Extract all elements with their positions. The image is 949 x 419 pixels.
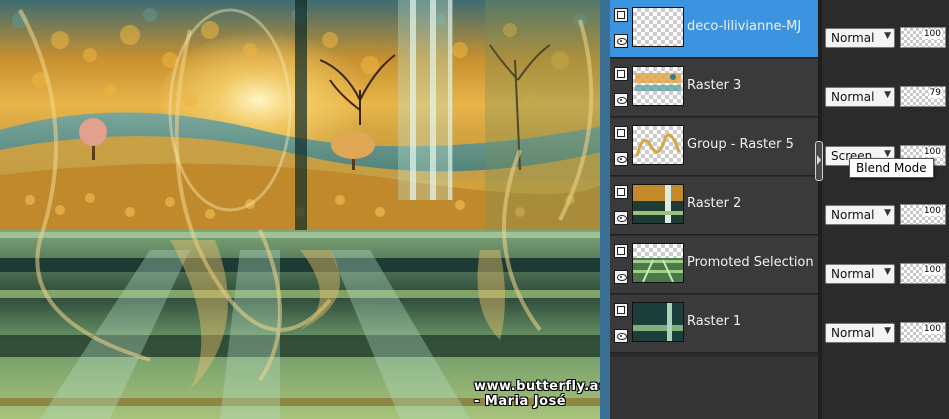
blend-mode-dropdown[interactable]: Normal ▼ <box>825 264 895 284</box>
canvas-divider <box>600 0 610 419</box>
palette-resize-handle[interactable] <box>815 141 823 181</box>
layer-name[interactable]: deco-lilivianne-MJ <box>687 19 801 34</box>
layer-props-raster-3: Normal ▼ 79 <box>822 65 949 123</box>
blend-mode-dropdown[interactable]: Normal ▼ <box>825 323 895 343</box>
opacity-field[interactable]: 79 <box>900 86 946 107</box>
layer-name[interactable]: Raster 2 <box>687 196 741 211</box>
blend-mode-value: Normal <box>831 31 875 45</box>
layer-thumbnail <box>632 243 684 283</box>
layer-row-deco-lilivianne-mj[interactable]: deco-lilivianne-MJ <box>610 0 818 58</box>
dropdown-arrow-icon: ▼ <box>884 31 891 41</box>
dropdown-arrow-icon: ▼ <box>884 90 891 100</box>
layer-thumbnail <box>632 184 684 224</box>
blend-mode-dropdown[interactable]: Normal ▼ <box>825 205 895 225</box>
layer-row-group-raster-5[interactable]: Group - Raster 5 <box>610 118 818 176</box>
dropdown-arrow-icon: ▼ <box>884 208 891 218</box>
layer-props-promoted-selection: Normal ▼ 100 <box>822 242 949 300</box>
dropdown-arrow-icon: ▼ <box>884 326 891 336</box>
layer-row-raster-3[interactable]: Raster 3 <box>610 59 818 117</box>
layer-list-empty-area <box>610 357 822 419</box>
visibility-toggle-icon[interactable] <box>614 303 628 317</box>
layers-palette: deco-lilivianne-MJ Raster 3 Group - Rast… <box>610 0 949 419</box>
opacity-value: 100 <box>922 147 942 157</box>
raster-2-thumb-art <box>633 185 683 223</box>
opacity-value: 100 <box>922 324 942 334</box>
layer-row-raster-1[interactable]: Raster 1 <box>610 295 818 353</box>
blend-mode-dropdown[interactable]: Normal ▼ <box>825 28 895 48</box>
opacity-value: 100 <box>922 265 942 275</box>
eye-link-icon[interactable] <box>614 34 628 48</box>
blend-mode-tooltip: Blend Mode <box>849 158 934 178</box>
image-canvas[interactable]: www.butterfly.adv.br - Maria José <box>0 0 610 419</box>
blend-mode-value: Normal <box>831 326 875 340</box>
opacity-field[interactable]: 100 <box>900 204 946 225</box>
visibility-toggle-icon[interactable] <box>614 185 628 199</box>
visibility-toggle-icon[interactable] <box>614 126 628 140</box>
layer-props-raster-1: Normal ▼ 100 <box>822 301 949 359</box>
layer-row-raster-2[interactable]: Raster 2 <box>610 177 818 235</box>
layer-props-raster-2: Normal ▼ 100 <box>822 183 949 241</box>
dropdown-arrow-icon: ▼ <box>884 267 891 277</box>
layer-thumbnail <box>632 302 684 342</box>
layer-thumbnail <box>632 66 684 106</box>
blend-mode-value: Normal <box>831 208 875 222</box>
watermark-text: www.butterfly.adv.br - Maria José <box>474 379 610 409</box>
blend-mode-dropdown[interactable]: Normal ▼ <box>825 87 895 107</box>
eye-link-icon[interactable] <box>614 152 628 166</box>
blend-mode-value: Normal <box>831 90 875 104</box>
visibility-toggle-icon[interactable] <box>614 8 628 22</box>
layer-row-promoted-selection[interactable]: Promoted Selection <box>610 236 818 294</box>
eye-link-icon[interactable] <box>614 329 628 343</box>
layer-thumbnail <box>632 125 684 165</box>
visibility-toggle-icon[interactable] <box>614 67 628 81</box>
opacity-field[interactable]: 100 <box>900 322 946 343</box>
layer-properties-column: Normal ▼ 100 Normal ▼ 79 Screen ▼ 100 Norma… <box>822 0 949 419</box>
layer-name[interactable]: Raster 3 <box>687 78 741 93</box>
group-raster-5-thumb-art <box>635 133 681 157</box>
opacity-field[interactable]: 100 <box>900 263 946 284</box>
layer-props-deco-lilivianne-mj: Normal ▼ 100 <box>822 6 949 64</box>
artwork <box>0 0 610 419</box>
promoted-selection-thumb-art <box>633 258 683 282</box>
opacity-value: 100 <box>922 206 942 216</box>
opacity-value: 100 <box>922 29 942 39</box>
layer-name[interactable]: Group - Raster 5 <box>687 137 794 152</box>
raster-1-thumb-art <box>633 303 683 341</box>
visibility-toggle-icon[interactable] <box>614 244 628 258</box>
raster-3-thumb-art <box>635 73 681 91</box>
layer-name[interactable]: Raster 1 <box>687 314 741 329</box>
layer-name[interactable]: Promoted Selection <box>687 255 814 270</box>
eye-link-icon[interactable] <box>614 93 628 107</box>
opacity-value: 79 <box>928 88 942 98</box>
eye-link-icon[interactable] <box>614 270 628 284</box>
eye-link-icon[interactable] <box>614 211 628 225</box>
blend-mode-value: Normal <box>831 267 875 281</box>
opacity-field[interactable]: 100 <box>900 27 946 48</box>
layer-list: deco-lilivianne-MJ Raster 3 Group - Rast… <box>610 0 822 360</box>
layer-thumbnail <box>632 7 684 47</box>
